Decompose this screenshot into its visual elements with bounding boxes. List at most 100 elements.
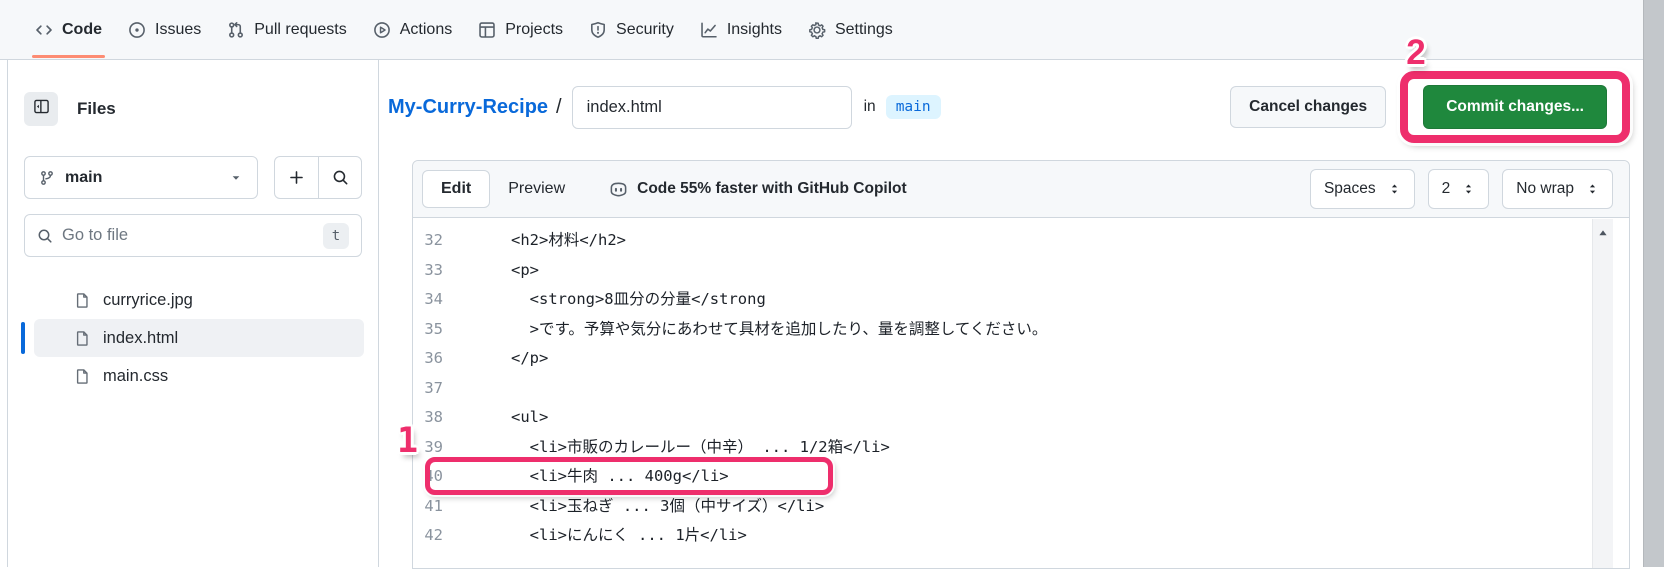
code-line[interactable]: 39 <li>市販のカレールー（中辛） ... 1/2箱</li> [415,433,1629,463]
editor-toolbar: Edit Preview Code 55% faster with GitHub… [413,161,1629,218]
indent-mode-select[interactable]: Spaces [1310,169,1415,209]
go-to-file-input[interactable] [62,226,314,245]
repo-name-link[interactable]: My-Curry-Recipe [388,96,548,119]
code-text: <ul> [455,403,548,433]
branch-selector[interactable]: main [24,156,258,199]
code-editor: Edit Preview Code 55% faster with GitHub… [412,160,1630,569]
code-line[interactable]: 38 <ul> [415,403,1629,433]
files-panel-title: Files [77,99,116,119]
indent-size-value: 2 [1442,180,1451,198]
code-editor-content[interactable]: 32 <h2>材料</h2> 33 <p> 34 <strong>8皿分の分量<… [413,218,1629,551]
scroll-up-arrow-icon[interactable] [1596,227,1610,239]
browser-scrollbar[interactable] [1643,0,1664,567]
commit-changes-button[interactable]: Commit changes... [1423,85,1607,129]
nav-tab-actions[interactable]: Actions [360,0,465,60]
line-number: 33 [415,256,443,286]
in-branch-label: in [864,98,876,116]
git-branch-icon [39,170,55,186]
nav-tab-pull-requests[interactable]: Pull requests [214,0,360,60]
files-sidebar: Files main [8,60,378,567]
file-name: main.css [103,367,168,386]
nav-tab-label: Insights [727,21,782,39]
line-number: 37 [415,374,443,404]
nav-tab-projects[interactable]: Projects [465,0,576,60]
table-icon [478,21,496,39]
editor-main-area: My-Curry-Recipe / in main Cancel changes… [379,60,1643,567]
nav-tab-label: Issues [155,21,201,39]
nav-tab-label: Security [616,21,674,39]
editor-scrollbar[interactable] [1592,219,1613,568]
wrap-mode-select[interactable]: No wrap [1502,169,1613,209]
nav-tab-security[interactable]: Security [576,0,687,60]
code-line[interactable]: 37 [415,374,1629,404]
line-number: 34 [415,285,443,315]
file-icon [74,292,91,309]
copilot-icon [609,180,628,199]
code-line[interactable]: 34 <strong>8皿分の分量</strong [415,285,1629,315]
shield-icon [589,21,607,39]
selected-file-accent-bar [21,322,25,354]
updown-arrows-icon [1586,182,1599,196]
collapse-sidebar-button[interactable] [24,92,58,126]
line-number: 36 [415,344,443,374]
play-icon [373,21,391,39]
branch-selector-value: main [65,169,102,187]
file-tree-item-curryrice[interactable]: curryrice.jpg [34,281,364,319]
code-line[interactable]: 41 <li>玉ねぎ ... 3個（中サイズ）</li> [415,492,1629,522]
nav-tab-settings[interactable]: Settings [795,0,906,60]
nav-tab-insights[interactable]: Insights [687,0,795,60]
code-text: <p> [455,256,539,286]
nav-tab-code[interactable]: Code [22,0,115,60]
git-pull-request-icon [227,21,245,39]
file-tree-item-index-html[interactable]: index.html [34,319,364,357]
line-number: 42 [415,521,443,551]
cancel-changes-button[interactable]: Cancel changes [1230,86,1386,128]
nav-tab-label: Code [62,21,102,39]
code-text: <li>にんにく ... 1片</li> [455,521,747,551]
indent-size-select[interactable]: 2 [1428,169,1490,209]
search-icon [37,228,53,244]
nav-tab-label: Actions [400,21,452,39]
code-line[interactable]: 35 >です。予算や気分にあわせて具材を追加したり、量を調整してください。 [415,315,1629,345]
sidebar-panel-icon [33,98,50,120]
tab-preview[interactable]: Preview [490,171,583,207]
filename-input[interactable] [572,86,852,129]
repo-nav: Code Issues Pull requests Actions Projec… [0,0,1664,60]
updown-arrows-icon [1388,182,1401,196]
keyboard-shortcut-badge: t [323,223,349,249]
code-text: <strong>8皿分の分量</strong [455,285,766,315]
file-tree-item-main-css[interactable]: main.css [34,357,364,395]
line-number: 41 [415,492,443,522]
graph-icon [700,21,718,39]
go-to-file-box: t [24,214,362,257]
annotation-highlight-ring: 2 Commit changes... [1400,71,1630,143]
add-file-button[interactable] [275,157,318,198]
wrap-mode-value: No wrap [1516,180,1574,198]
code-text: <li>玉ねぎ ... 3個（中サイズ）</li> [455,492,824,522]
line-number: 35 [415,315,443,345]
code-text: >です。予算や気分にあわせて具材を追加したり、量を調整してください。 [455,315,1047,345]
code-text: <li>市販のカレールー（中辛） ... 1/2箱</li> [455,433,890,463]
code-line[interactable]: 36 </p> [415,344,1629,374]
file-icon [74,330,91,347]
file-name: index.html [103,329,178,348]
code-line[interactable]: 32 <h2>材料</h2> [415,226,1629,256]
code-icon [35,21,53,39]
line-number: 38 [415,403,443,433]
nav-tab-label: Projects [505,21,563,39]
code-line-highlighted[interactable]: 1 40 <li>牛肉 ... 400g</li> [415,462,1629,492]
line-number: 32 [415,226,443,256]
nav-tab-label: Settings [835,21,893,39]
nav-tab-issues[interactable]: Issues [115,0,214,60]
tab-edit[interactable]: Edit [422,170,490,208]
branch-badge: main [886,95,941,119]
code-text: <li>牛肉 ... 400g</li> [455,462,729,492]
line-number: 40 [415,462,443,492]
breadcrumb: My-Curry-Recipe / in main Cancel changes… [388,85,1630,129]
file-name: curryrice.jpg [103,291,193,310]
search-files-button[interactable] [318,157,361,198]
code-line[interactable]: 42 <li>にんにく ... 1片</li> [415,521,1629,551]
issue-opened-icon [128,21,146,39]
code-line[interactable]: 33 <p> [415,256,1629,286]
plus-icon [288,169,305,186]
